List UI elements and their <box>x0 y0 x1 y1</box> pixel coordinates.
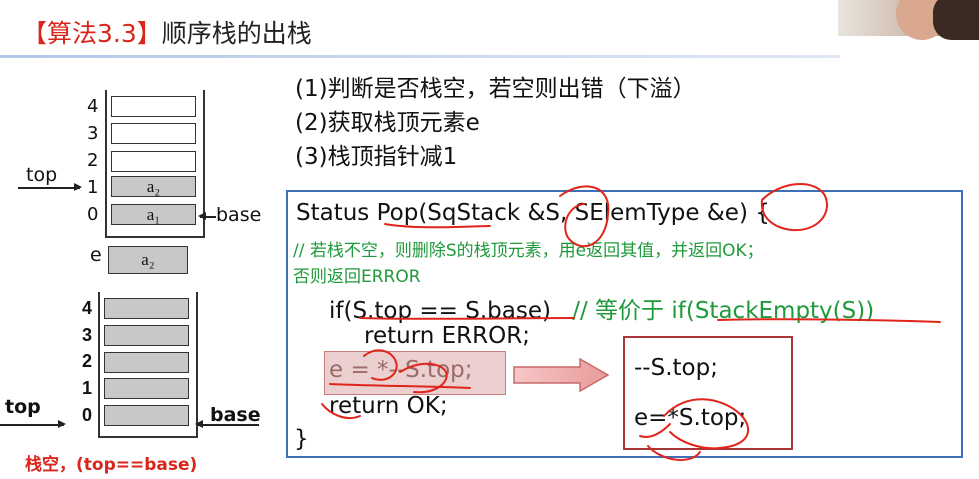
code-comment-2: 否则返回ERROR <box>293 267 421 287</box>
stack-diagram-empty: 4 3 2 1 0 top base <box>0 290 280 440</box>
base-label: base <box>216 204 262 226</box>
empty-index-1: 1 <box>82 378 93 398</box>
code-if-line: if(S.top == S.base) // 等价于 if(StackEmpty… <box>329 291 874 325</box>
stack-cell-2 <box>111 151 196 172</box>
empty-cell-3 <box>104 325 189 346</box>
e-cell: a₂ <box>108 246 188 274</box>
base-arrow <box>198 213 216 219</box>
slide-title: 【算法3.3】顺序栈的出栈 <box>22 14 312 50</box>
empty-cell-2 <box>104 352 189 373</box>
step-1: (1)判断是否栈空，若空则出错（下溢） <box>295 76 696 102</box>
title-text: 顺序栈的出栈 <box>161 19 312 48</box>
stack-index-4: 4 <box>87 96 99 117</box>
stack-cell-0: a₁ <box>111 204 196 225</box>
stack-cell-4 <box>111 96 196 117</box>
stack-diagram-before: a₂ a₁ 4 3 2 1 0 top base <box>0 80 280 240</box>
code-return-ok: return OK; <box>329 393 448 419</box>
code-comment-1: // 若栈不空，则删除S的栈顶元素，用e返回其值，并返回OK； <box>293 241 764 261</box>
empty-index-0: 0 <box>82 405 93 425</box>
algorithm-steps: (1)判断是否栈空，若空则出错（下溢） (2)获取栈顶元素e (3)栈顶指针减1 <box>295 72 696 174</box>
stack-cell-3 <box>111 123 196 144</box>
result-line-2: e=*S.top; <box>634 405 747 431</box>
empty-base-label: base <box>210 404 261 426</box>
code-if-comment: // 等价于 if(StackEmpty(S)) <box>572 298 875 324</box>
empty-index-4: 4 <box>82 298 93 318</box>
code-return-error: return ERROR; <box>364 323 530 349</box>
result-line-1: --S.top; <box>634 355 718 381</box>
title-underline <box>0 55 840 58</box>
empty-index-3: 3 <box>82 325 93 345</box>
empty-cell-1 <box>104 378 189 399</box>
stack-index-1: 1 <box>87 177 99 198</box>
empty-cell-4 <box>104 298 189 319</box>
stack-index-2: 2 <box>87 150 99 171</box>
empty-base-arrow <box>195 421 259 427</box>
step-2: (2)获取栈顶元素e <box>295 110 480 136</box>
empty-stack-note: 栈空，(top==base) <box>25 455 198 475</box>
empty-top-label: top <box>5 396 41 418</box>
empty-cell-0 <box>104 405 189 426</box>
equivalence-arrow <box>513 358 610 392</box>
code-assign: e = *--S.top; <box>329 357 473 383</box>
empty-index-2: 2 <box>82 351 93 371</box>
e-label: e <box>90 244 102 266</box>
step-3: (3)栈顶指针减1 <box>295 144 458 170</box>
code-signature: Status Pop(SqStack &S, SElemType &e) { <box>296 200 770 226</box>
title-bracket: 【算法3.3】 <box>22 19 162 48</box>
result-box <box>623 336 793 450</box>
top-arrow <box>18 184 82 190</box>
stack-index-0: 0 <box>87 204 99 225</box>
top-label: top <box>26 164 58 186</box>
stack-index-3: 3 <box>87 123 99 144</box>
stack-cell-1: a₂ <box>111 176 196 197</box>
presenter-webcam <box>838 0 979 40</box>
code-close-brace: } <box>294 426 309 452</box>
empty-top-arrow <box>0 421 66 427</box>
code-if-condition: if(S.top == S.base) <box>329 298 551 324</box>
